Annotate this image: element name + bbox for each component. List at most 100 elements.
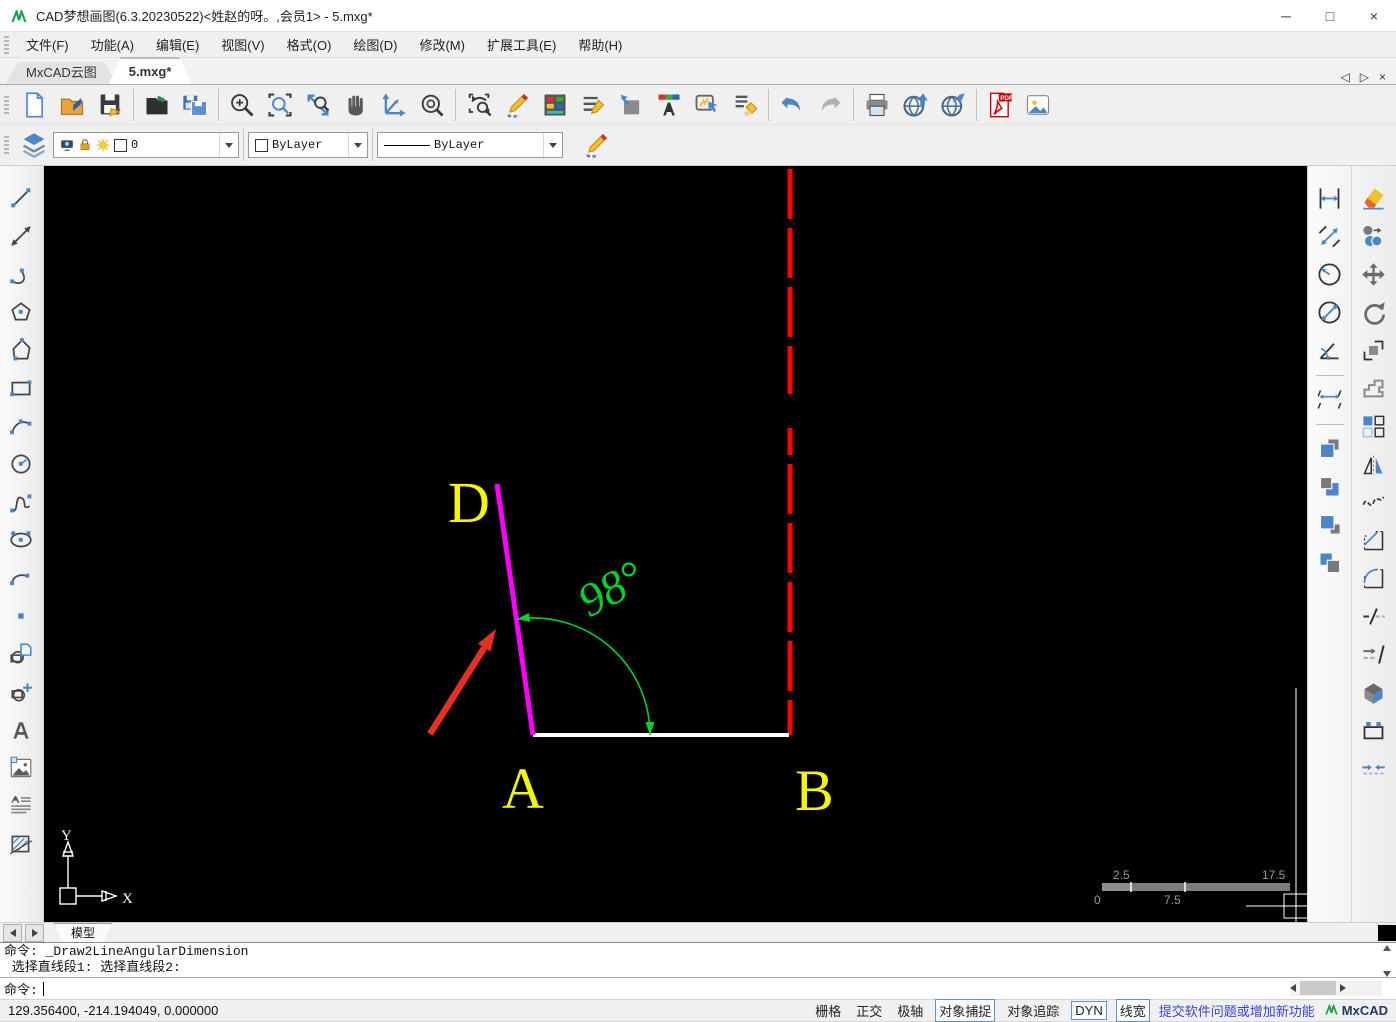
layer-manager-button[interactable]: [15, 127, 53, 163]
layer-select[interactable]: 0: [53, 132, 239, 158]
angle-dimension-arc[interactable]: [517, 618, 650, 735]
tabs-prev-button[interactable]: ◁: [1341, 70, 1350, 84]
pan-button[interactable]: [337, 87, 375, 123]
close-button[interactable]: ×: [1352, 0, 1396, 32]
status-toggle-1[interactable]: 正交: [853, 1000, 885, 1021]
tabs-next-button[interactable]: ▷: [1360, 70, 1369, 84]
construction-line-button[interactable]: [3, 218, 39, 254]
polyline-outline-button[interactable]: [1356, 370, 1392, 406]
chevron-down-icon[interactable]: [348, 133, 367, 157]
open-folder-button[interactable]: [138, 87, 176, 123]
spline-fit-button[interactable]: [1356, 484, 1392, 520]
box-3d-button[interactable]: [1356, 674, 1392, 710]
point-button[interactable]: [3, 598, 39, 634]
scroll-down-icon[interactable]: [1383, 971, 1391, 977]
ucs-axes-button[interactable]: [375, 87, 413, 123]
zoom-dynamic-button[interactable]: [223, 87, 261, 123]
circle-button[interactable]: [3, 446, 39, 482]
linetype-manager-button[interactable]: [574, 87, 612, 123]
rotate-button[interactable]: [1356, 294, 1392, 330]
rectangle-button[interactable]: [3, 370, 39, 406]
ellipse-button[interactable]: [3, 522, 39, 558]
arc-3point-button[interactable]: [3, 408, 39, 444]
hatch-button[interactable]: [3, 826, 39, 862]
color-select[interactable]: ByLayer: [248, 132, 368, 158]
spline-button[interactable]: [3, 484, 39, 520]
redo-button[interactable]: [811, 87, 849, 123]
status-toggle-5[interactable]: DYN: [1071, 1001, 1106, 1020]
block-insert-button[interactable]: [3, 674, 39, 710]
array-button[interactable]: [1356, 408, 1392, 444]
vertex-label-B[interactable]: B: [795, 758, 834, 823]
layout-prev-button[interactable]: [3, 924, 22, 942]
vertex-label-D[interactable]: D: [448, 470, 490, 535]
mirror-button[interactable]: [1356, 446, 1392, 482]
block-define-button[interactable]: [3, 636, 39, 672]
polyline-edit-button[interactable]: [1356, 712, 1392, 748]
zoom-center-button[interactable]: [413, 87, 451, 123]
status-toggle-3[interactable]: 对象捕捉: [935, 999, 995, 1022]
dim-radius-button[interactable]: [1312, 256, 1348, 292]
image-insert-button[interactable]: [3, 750, 39, 786]
document-tab-0[interactable]: MxCAD云图: [6, 62, 117, 84]
export-pdf-button[interactable]: PDF: [981, 87, 1019, 123]
command-input[interactable]: 命令:: [0, 978, 1396, 999]
join-button[interactable]: [1356, 750, 1392, 786]
copy-button[interactable]: [1356, 218, 1392, 254]
arc-button[interactable]: [3, 256, 39, 292]
quick-select-button[interactable]: [688, 87, 726, 123]
extend-button[interactable]: [1356, 636, 1392, 672]
color-palette-button[interactable]: [536, 87, 574, 123]
command-horizontal-scrollbar[interactable]: [1290, 980, 1382, 996]
zoom-window-button[interactable]: [261, 87, 299, 123]
tab-model[interactable]: 模型: [54, 923, 112, 942]
new-file-button[interactable]: [15, 87, 53, 123]
menu-item-5[interactable]: 绘图(D): [342, 32, 408, 57]
command-vertical-scrollbar[interactable]: [1379, 945, 1395, 977]
chevron-down-icon[interactable]: [219, 133, 238, 157]
line-button[interactable]: [3, 180, 39, 216]
open-cloud-button[interactable]: [53, 87, 91, 123]
menu-item-4[interactable]: 格式(O): [276, 32, 343, 57]
polygon-button[interactable]: [3, 294, 39, 330]
scrollbar-thumb[interactable]: [1300, 981, 1336, 995]
status-toggle-0[interactable]: 栅格: [812, 1000, 844, 1021]
menu-item-6[interactable]: 修改(M): [408, 32, 476, 57]
tabs-close-button[interactable]: ×: [1379, 70, 1386, 84]
menu-item-8[interactable]: 帮助(H): [567, 32, 633, 57]
scroll-up-icon[interactable]: [1383, 945, 1391, 951]
match-properties-button[interactable]: [726, 87, 764, 123]
named-view-button[interactable]: [460, 87, 498, 123]
maximize-button[interactable]: □: [1308, 0, 1352, 32]
line-ad-magenta[interactable]: [497, 484, 533, 735]
dim-diameter-button[interactable]: [1312, 294, 1348, 330]
dim-distance-button[interactable]: [1312, 381, 1348, 417]
fillet-button[interactable]: [1356, 560, 1392, 596]
draw-settings-button[interactable]: [577, 127, 615, 163]
offset-button[interactable]: [1356, 332, 1392, 368]
scroll-left-icon[interactable]: [1290, 984, 1296, 992]
draworder-above-button[interactable]: [1312, 506, 1348, 542]
status-toggle-2[interactable]: 极轴: [894, 1000, 926, 1021]
save-as-button[interactable]: [176, 87, 214, 123]
elliptical-arc-button[interactable]: [3, 560, 39, 596]
draworder-under-button[interactable]: [1312, 544, 1348, 580]
angle-dimension-text[interactable]: 98°: [570, 551, 653, 628]
scroll-right-icon[interactable]: [1340, 984, 1346, 992]
export-image-button[interactable]: [1019, 87, 1057, 123]
drawing-canvas[interactable]: 98°DAB YX 2.5 17.5 0 7.5: [44, 166, 1307, 922]
save-button[interactable]: [91, 87, 129, 123]
draworder-back-button[interactable]: [1312, 468, 1348, 504]
menu-item-7[interactable]: 扩展工具(E): [476, 32, 567, 57]
dim-linear-button[interactable]: [1312, 180, 1348, 216]
chevron-down-icon[interactable]: [543, 133, 562, 157]
quick-draw-button[interactable]: [498, 87, 536, 123]
feedback-link[interactable]: 提交软件问题或增加新功能: [1159, 1001, 1315, 1020]
document-tab-1[interactable]: 5.mxg*: [109, 57, 192, 84]
viewport-button[interactable]: [612, 87, 650, 123]
erase-button[interactable]: [1356, 180, 1392, 216]
vertex-label-A[interactable]: A: [502, 756, 544, 821]
dim-aligned-button[interactable]: [1312, 218, 1348, 254]
command-history[interactable]: 命令: _Draw2LineAngularDimension 选择直线段1: 选…: [0, 943, 1396, 978]
web-open-button[interactable]: [934, 87, 972, 123]
